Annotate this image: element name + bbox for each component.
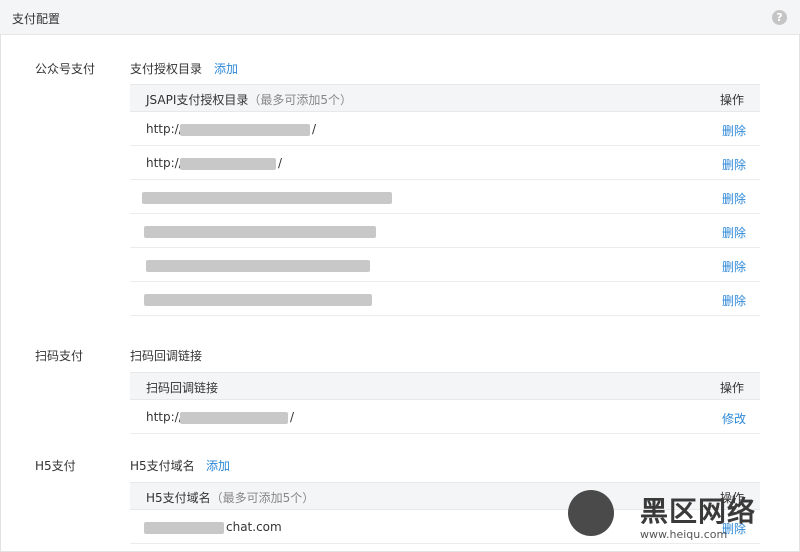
table-row: http:// / 修改 xyxy=(130,400,760,434)
watermark-site: www.heiqu.com xyxy=(640,528,728,541)
row-url: http:// xyxy=(146,410,183,424)
row-url: http:// xyxy=(146,122,183,136)
panel-title: 支付配置 xyxy=(12,12,61,26)
scan-table-header: 扫码回调链接 操作 xyxy=(130,372,760,400)
delete-button[interactable]: 删除 xyxy=(722,190,746,207)
h5-add-link[interactable]: 添加 xyxy=(206,457,230,474)
jsapi-col-action: 操作 xyxy=(720,93,745,107)
section-label-h5: H5支付 xyxy=(35,459,76,473)
jsapi-subtitle: 支付授权目录 xyxy=(130,62,203,76)
delete-button[interactable]: 删除 xyxy=(722,122,746,139)
row-url-tail: / xyxy=(312,122,317,136)
edit-button[interactable]: 修改 xyxy=(722,410,746,427)
redacted-blur xyxy=(142,192,392,204)
watermark-logo-icon xyxy=(568,490,614,536)
watermark-text: 黑区网络 xyxy=(640,495,757,528)
redacted-blur xyxy=(144,226,376,238)
table-row: 删除 xyxy=(130,214,760,248)
watermark: 黑区网络 www.heiqu.com xyxy=(566,482,800,552)
jsapi-col-name: JSAPI支付授权目录（最多可添加5个） xyxy=(146,93,353,107)
jsapi-table: JSAPI支付授权目录（最多可添加5个） 操作 http:// / 删除 htt… xyxy=(130,84,760,316)
jsapi-table-header: JSAPI支付授权目录（最多可添加5个） 操作 xyxy=(130,84,760,112)
redacted-blur xyxy=(180,124,310,136)
redacted-blur xyxy=(180,158,276,170)
redacted-blur xyxy=(180,412,288,424)
redacted-blur xyxy=(144,522,224,534)
section-label-scan: 扫码支付 xyxy=(35,349,84,363)
table-row: http:// / 删除 xyxy=(130,112,760,146)
scan-subtitle: 扫码回调链接 xyxy=(130,349,203,363)
scan-table: 扫码回调链接 操作 http:// / 修改 xyxy=(130,372,760,434)
row-url-tail: / xyxy=(278,156,283,170)
table-row: http:// / 删除 xyxy=(130,146,760,180)
h5-col-name: H5支付域名（最多可添加5个） xyxy=(146,491,315,505)
redacted-blur xyxy=(146,260,370,272)
delete-button[interactable]: 删除 xyxy=(722,258,746,275)
redacted-blur xyxy=(144,294,372,306)
table-row: 删除 xyxy=(130,282,760,316)
delete-button[interactable]: 删除 xyxy=(722,156,746,173)
help-icon[interactable]: ? xyxy=(772,10,787,25)
h5-subtitle: H5支付域名 xyxy=(130,459,195,473)
delete-button[interactable]: 删除 xyxy=(722,292,746,309)
panel-header: 支付配置 ? xyxy=(0,0,800,35)
section-label-jsapi: 公众号支付 xyxy=(35,62,96,76)
row-url-tail: chat.com xyxy=(226,520,282,534)
scan-col-name: 扫码回调链接 xyxy=(146,381,219,395)
table-row: 删除 xyxy=(130,248,760,282)
scan-col-action: 操作 xyxy=(720,381,745,395)
row-url-tail: / xyxy=(290,410,295,424)
table-row: 删除 xyxy=(130,180,760,214)
jsapi-add-link[interactable]: 添加 xyxy=(214,60,238,77)
delete-button[interactable]: 删除 xyxy=(722,224,746,241)
row-url: http:// xyxy=(146,156,183,170)
